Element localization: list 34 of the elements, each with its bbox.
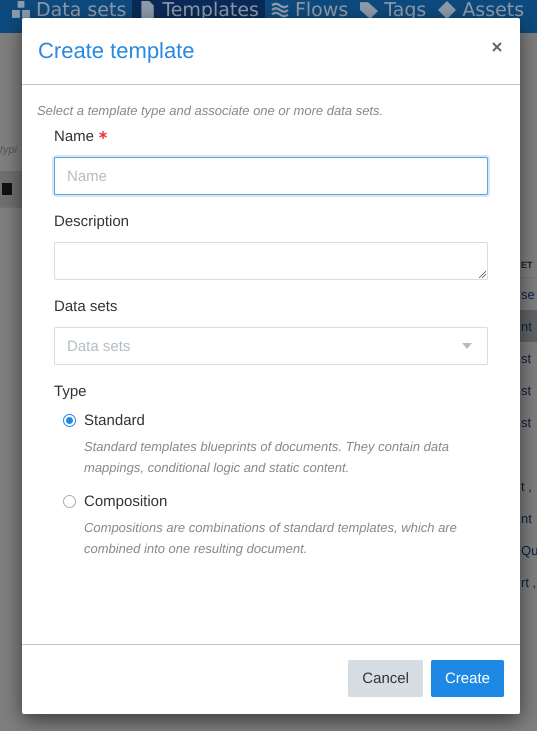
table-link[interactable]: st [521, 382, 532, 398]
intro-text: Select a template type and associate one or more data sets. [37, 103, 384, 118]
caret-icon [462, 343, 472, 349]
option-label[interactable]: Standard [84, 412, 145, 429]
nav-tab[interactable]: Flows [264, 0, 354, 33]
field-label: Data sets [54, 298, 118, 315]
radio-button[interactable] [63, 495, 76, 508]
create-button[interactable]: Create [430, 660, 504, 697]
data-sets-dropdown[interactable]: Data sets [54, 327, 488, 365]
option-help-text: Compositions are combinations of standard templates, which are combined into one resulting document. [84, 519, 458, 558]
option-label[interactable]: Composition [84, 493, 168, 510]
table-link[interactable]: nt [521, 510, 532, 526]
radio-button[interactable] [63, 414, 76, 427]
blocks-icon [12, 0, 30, 18]
nav-tab[interactable]: Assets [432, 0, 530, 33]
document-icon [2, 183, 12, 195]
field-label: Type [54, 383, 87, 400]
field-label: Name [54, 128, 94, 145]
table-link[interactable]: Qu [521, 542, 537, 558]
table-link[interactable]: t , [521, 478, 532, 494]
waves-icon [270, 0, 289, 18]
nav-tab[interactable]: Data sets [6, 0, 132, 33]
option-help-text: Standard templates blueprints of documents. They contain data mappings, conditional logic and static content. [84, 438, 450, 477]
field-label: Description [54, 213, 130, 230]
table-link[interactable]: se [521, 286, 535, 302]
table-link[interactable]: st [521, 350, 532, 366]
table-link[interactable]: st [521, 414, 532, 430]
cancel-button[interactable]: Cancel [348, 660, 423, 697]
table-link[interactable]: rt , [521, 574, 536, 590]
resize-grip-icon[interactable] [478, 270, 486, 278]
description-field[interactable] [54, 242, 488, 280]
name-field[interactable]: Name [54, 157, 488, 195]
dialog-title: Create template [38, 38, 195, 64]
close-icon[interactable] [492, 42, 502, 52]
